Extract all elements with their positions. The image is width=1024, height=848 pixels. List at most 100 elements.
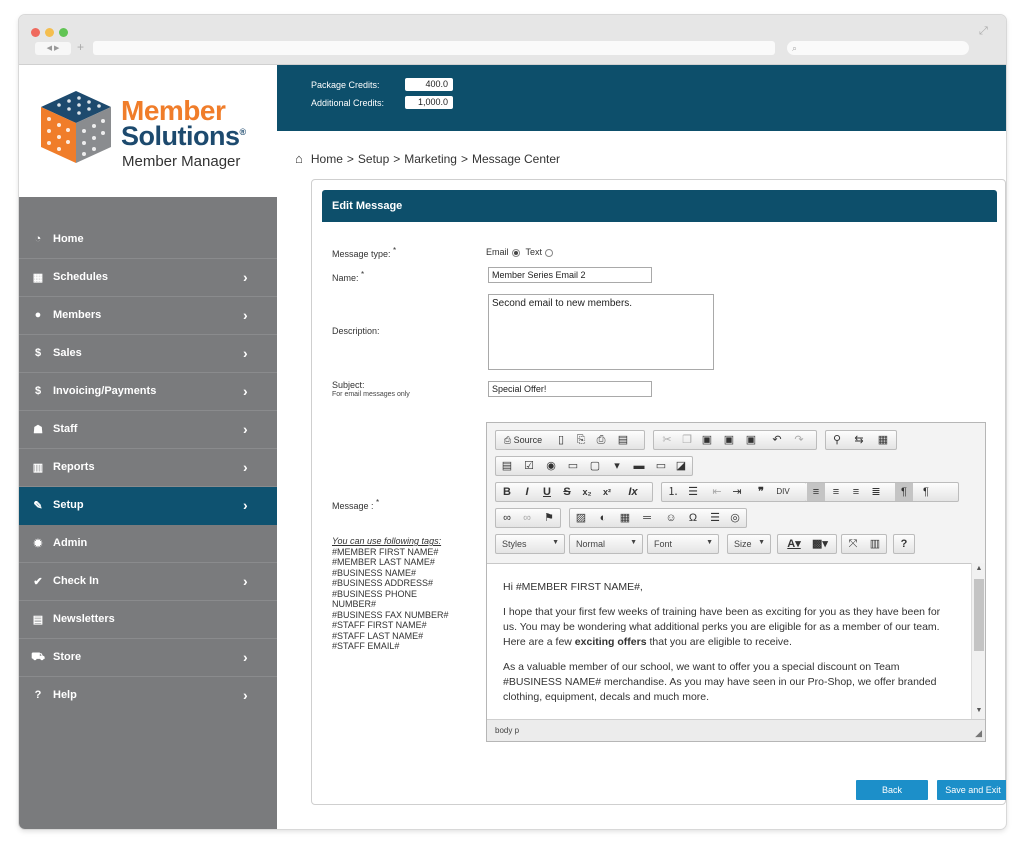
numbered-list-icon[interactable]: ⒈ <box>664 483 682 501</box>
image-button-icon[interactable]: ▭ <box>652 457 670 475</box>
breadcrumb-home[interactable]: Home <box>311 152 343 166</box>
sidebar-item-schedules[interactable]: ▦ Schedules › <box>19 259 277 297</box>
maximize-window-dot[interactable] <box>59 28 68 37</box>
sidebar-item-sales[interactable]: $ Sales › <box>19 335 277 373</box>
maximize-icon[interactable]: ⤧ <box>844 535 862 553</box>
breadcrumb-marketing[interactable]: Marketing <box>404 152 457 166</box>
page-break-icon[interactable]: ☰ <box>706 509 724 527</box>
unlink-icon[interactable]: ∞ <box>518 509 536 527</box>
print-icon[interactable]: ⎙ <box>592 431 610 449</box>
fullscreen-icon[interactable]: ⤢ <box>979 25 988 38</box>
scroll-up-icon[interactable]: ▲ <box>972 565 986 572</box>
subject-field[interactable]: Special Offer! <box>488 381 652 397</box>
new-page-icon[interactable]: ▯ <box>552 431 570 449</box>
new-tab-button[interactable]: + <box>77 40 84 54</box>
form-icon[interactable]: ▤ <box>498 457 516 475</box>
smiley-icon[interactable]: ☺ <box>662 509 680 527</box>
name-field[interactable]: Member Series Email 2 <box>488 267 652 283</box>
button-field-icon[interactable]: ▬ <box>630 457 648 475</box>
copy-icon[interactable]: ❐ <box>678 431 696 449</box>
editor-scrollbar[interactable]: ▲ ▼ <box>971 563 985 719</box>
redo-icon[interactable]: ↷ <box>790 431 808 449</box>
scroll-thumb[interactable] <box>974 579 984 651</box>
select-field-icon[interactable]: ▾ <box>608 457 626 475</box>
browser-search-bar[interactable]: ⌕ <box>787 41 969 55</box>
save-and-exit-button[interactable]: Save and Exit <box>937 780 1006 800</box>
image-icon[interactable]: ▨ <box>572 509 590 527</box>
justify-icon[interactable]: ≣ <box>867 483 885 501</box>
align-right-icon[interactable]: ≡ <box>847 483 865 501</box>
iframe-icon[interactable]: ◎ <box>726 509 744 527</box>
textarea-icon[interactable]: ▢ <box>586 457 604 475</box>
paste-word-icon[interactable]: ▣ <box>742 431 760 449</box>
create-div-icon[interactable]: DIV <box>774 483 792 501</box>
breadcrumb-setup[interactable]: Setup <box>358 152 389 166</box>
table-icon[interactable]: ▦ <box>616 509 634 527</box>
font-dropdown[interactable]: Font ▼ <box>647 534 719 554</box>
hidden-field-icon[interactable]: ◪ <box>672 457 690 475</box>
minimize-window-dot[interactable] <box>45 28 54 37</box>
bulleted-list-icon[interactable]: ☰ <box>684 483 702 501</box>
bold-icon[interactable]: B <box>498 483 516 501</box>
checkbox-icon[interactable]: ☑ <box>520 457 538 475</box>
strikethrough-icon[interactable]: S <box>558 483 576 501</box>
replace-icon[interactable]: ⇆ <box>850 431 868 449</box>
sidebar-item-reports[interactable]: ▥ Reports › <box>19 449 277 487</box>
editor-content[interactable]: Hi #MEMBER FIRST NAME#, I hope that your… <box>487 563 971 719</box>
sidebar-item-staff[interactable]: ☗ Staff › <box>19 411 277 449</box>
link-icon[interactable]: ∞ <box>498 509 516 527</box>
show-blocks-icon[interactable]: ▥ <box>866 535 884 553</box>
sidebar-item-check-in[interactable]: ✔ Check In › <box>19 563 277 601</box>
help-button[interactable]: ? <box>895 535 913 553</box>
paste-text-icon[interactable]: ▣ <box>720 431 738 449</box>
radio-button-icon[interactable]: ◉ <box>542 457 560 475</box>
anchor-flag-icon[interactable]: ⚑ <box>540 509 558 527</box>
sidebar-item-store[interactable]: ⛟ Store › <box>19 639 277 677</box>
align-left-icon[interactable]: ≡ <box>807 483 825 501</box>
sidebar-item-members[interactable]: ● Members › <box>19 297 277 335</box>
sidebar-item-help[interactable]: ? Help › <box>19 677 277 715</box>
cut-icon[interactable]: ✂ <box>658 431 676 449</box>
styles-dropdown[interactable]: Styles ▼ <box>495 534 565 554</box>
type-text-radio[interactable] <box>545 248 554 257</box>
preview-icon[interactable]: ⎘ <box>572 431 590 449</box>
back-forward-buttons[interactable]: ◀ ▶ <box>35 42 71 55</box>
align-center-icon[interactable]: ≡ <box>827 483 845 501</box>
home-icon[interactable]: ⌂ <box>295 151 303 166</box>
source-button[interactable]: ⎙ Source <box>498 431 548 449</box>
sidebar-item-home[interactable]: ◔ Home <box>19 221 277 259</box>
sidebar-item-newsletters[interactable]: ▤ Newsletters <box>19 601 277 639</box>
flash-icon[interactable]: ◐ <box>594 509 612 527</box>
text-color-icon[interactable]: A▾ <box>782 535 806 553</box>
background-color-icon[interactable]: ▩▾ <box>808 535 832 553</box>
increase-indent-icon[interactable]: ⇥ <box>728 483 746 501</box>
horizontal-line-icon[interactable]: ═ <box>638 509 656 527</box>
italic-icon[interactable]: I <box>518 483 536 501</box>
element-path-text[interactable]: body p <box>495 726 519 735</box>
sidebar-item-invoicing-payments[interactable]: $ Invoicing/Payments › <box>19 373 277 411</box>
format-dropdown[interactable]: Normal ▼ <box>569 534 643 554</box>
text-direction-rtl-icon[interactable]: ¶ <box>917 483 935 501</box>
subscript-icon[interactable]: x₂ <box>578 483 596 501</box>
resize-handle-icon[interactable]: ◢ <box>975 728 982 739</box>
remove-format-icon[interactable]: Ix <box>624 483 642 501</box>
superscript-icon[interactable]: x² <box>598 483 616 501</box>
text-direction-ltr-icon[interactable]: ¶ <box>895 483 913 501</box>
special-character-icon[interactable]: Ω <box>684 509 702 527</box>
scroll-down-icon[interactable]: ▼ <box>972 707 986 714</box>
find-icon[interactable]: ⚲ <box>828 431 846 449</box>
blockquote-icon[interactable]: ❞ <box>752 483 770 501</box>
size-dropdown[interactable]: Size ▼ <box>727 534 771 554</box>
back-button[interactable]: Back <box>856 780 928 800</box>
sidebar-item-admin[interactable]: ✹ Admin <box>19 525 277 563</box>
undo-icon[interactable]: ↶ <box>768 431 786 449</box>
description-field[interactable]: Second email to new members. <box>488 294 714 370</box>
type-email-radio[interactable] <box>511 248 520 257</box>
decrease-indent-icon[interactable]: ⇤ <box>708 483 726 501</box>
sidebar-item-setup[interactable]: ✎ Setup › <box>19 487 277 525</box>
close-window-dot[interactable] <box>31 28 40 37</box>
paste-icon[interactable]: ▣ <box>698 431 716 449</box>
underline-icon[interactable]: U <box>538 483 556 501</box>
address-bar[interactable] <box>93 41 775 55</box>
text-field-icon[interactable]: ▭ <box>564 457 582 475</box>
